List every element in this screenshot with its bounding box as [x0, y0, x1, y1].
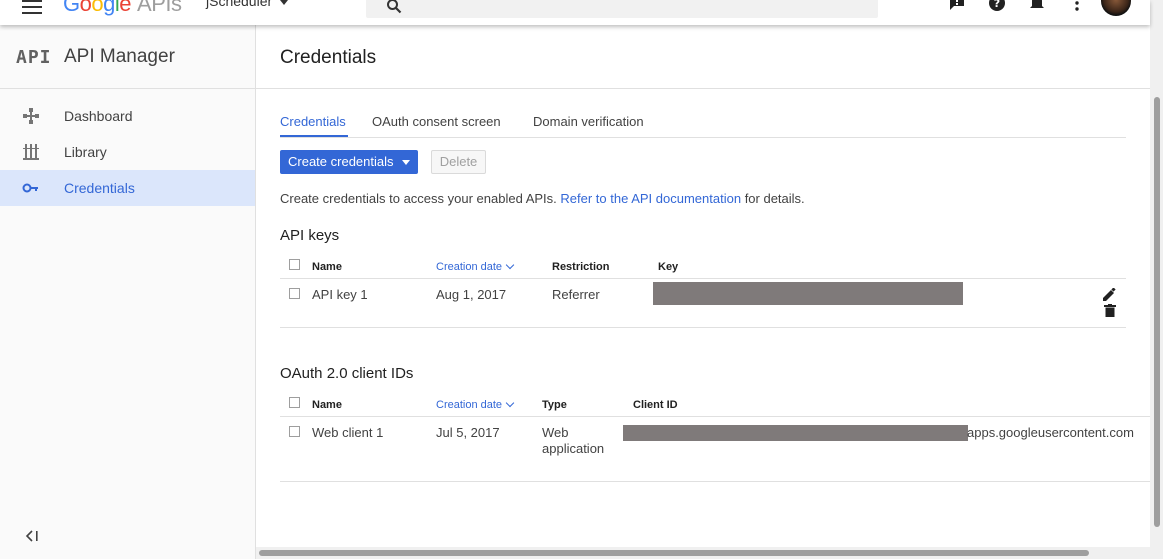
column-header-name[interactable]: Name	[312, 261, 342, 273]
credentials-body: Create credentials to access your enable…	[280, 89, 1150, 547]
sort-label: Creation date	[436, 399, 503, 411]
logo-letter: o	[79, 0, 92, 16]
redacted-key	[653, 282, 963, 305]
api-logo: API	[16, 47, 52, 68]
svg-text:?: ?	[994, 0, 1000, 10]
logo-letter: G	[63, 0, 80, 16]
sidebar-item-library[interactable]: Library	[0, 134, 255, 170]
creation-date: Aug 1, 2017	[436, 287, 507, 302]
column-header-client-id[interactable]: Client ID	[633, 399, 678, 411]
sidebar-title: API Manager	[64, 46, 175, 67]
project-name: jScheduler	[206, 0, 273, 9]
sort-descending-icon	[505, 398, 515, 408]
column-header-name[interactable]: Name	[312, 399, 342, 411]
row-checkbox[interactable]	[289, 288, 300, 299]
delete-icon[interactable]	[1104, 304, 1116, 317]
sidebar-nav: Dashboard Library Credentials	[0, 98, 255, 206]
client-type: Web application	[542, 425, 604, 457]
oauth-client-name-link[interactable]: Web client 1	[312, 425, 383, 440]
horizontal-scrollbar[interactable]	[256, 547, 1150, 559]
help-icon[interactable]: ?	[988, 0, 1006, 12]
restriction: Referrer	[552, 287, 600, 302]
top-bar: Google APIs jScheduler ?	[0, 0, 1150, 25]
sort-descending-icon	[505, 260, 515, 270]
sidebar-item-dashboard[interactable]: Dashboard	[0, 98, 255, 134]
api-keys-title: API keys	[280, 227, 340, 244]
scrollbar-thumb[interactable]	[1154, 97, 1160, 527]
select-all-api-keys-checkbox[interactable]	[289, 259, 300, 270]
column-header-key[interactable]: Key	[658, 261, 678, 273]
main-content: Credentials Credentials OAuth consent sc…	[256, 25, 1150, 547]
sidebar-item-credentials[interactable]: Credentials	[0, 170, 255, 206]
page-title: Credentials	[280, 47, 377, 68]
sidebar-item-label: Credentials	[64, 180, 135, 196]
notifications-icon[interactable]	[1028, 0, 1046, 12]
logo-letter: g	[103, 0, 115, 16]
library-icon	[23, 144, 39, 160]
oauth-client-ids-title: OAuth 2.0 client IDs	[280, 365, 414, 382]
sidebar-item-label: Dashboard	[64, 108, 133, 124]
page-header: Credentials	[256, 25, 1150, 89]
redacted-client-id	[623, 425, 968, 441]
info-text-suffix: for details.	[744, 191, 805, 206]
sort-label: Creation date	[436, 261, 503, 273]
client-type-line: Web	[542, 425, 569, 440]
column-header-restriction[interactable]: Restriction	[552, 261, 609, 273]
edit-icon[interactable]	[1102, 288, 1116, 302]
google-apis-logo[interactable]: Google APIs	[63, 0, 182, 17]
client-id-suffix: apps.googleusercontent.com	[967, 425, 1134, 440]
sidebar-header: API API Manager	[0, 25, 255, 89]
row-checkbox[interactable]	[289, 426, 300, 437]
dropdown-caret-icon	[280, 0, 289, 5]
key-icon	[22, 183, 38, 193]
sidebar-item-label: Library	[64, 144, 107, 160]
divider	[280, 481, 1150, 482]
sidebar: API API Manager Dashboard Library Creden…	[0, 25, 256, 559]
select-all-oauth-checkbox[interactable]	[289, 397, 300, 408]
more-options-icon[interactable]	[1068, 0, 1086, 12]
scrollbar-thumb[interactable]	[259, 550, 1089, 556]
project-selector[interactable]: jScheduler	[206, 0, 289, 9]
dashboard-icon	[23, 108, 39, 124]
column-header-creation-date[interactable]: Creation date	[436, 398, 515, 411]
divider	[280, 278, 1126, 279]
logo-letter: o	[91, 0, 104, 16]
logo-letter: e	[119, 0, 132, 16]
avatar[interactable]	[1101, 0, 1131, 16]
logo-suffix: APIs	[137, 0, 182, 16]
vertical-scrollbar[interactable]	[1150, 0, 1163, 559]
api-documentation-link[interactable]: Refer to the API documentation	[560, 191, 741, 206]
feedback-icon[interactable]	[948, 0, 966, 12]
info-text-main: Create credentials to access your enable…	[280, 191, 557, 206]
search-input[interactable]	[366, 0, 878, 18]
client-type-line: application	[542, 441, 605, 456]
divider	[280, 327, 1126, 328]
column-header-creation-date[interactable]: Creation date	[436, 260, 515, 273]
column-header-type[interactable]: Type	[542, 399, 567, 411]
search-icon	[387, 0, 402, 14]
collapse-sidebar-icon[interactable]	[24, 529, 40, 543]
creation-date: Jul 5, 2017	[436, 425, 500, 440]
info-text: Create credentials to access your enable…	[280, 191, 805, 206]
menu-icon[interactable]	[22, 0, 42, 14]
api-key-name-link[interactable]: API key 1	[312, 287, 368, 302]
divider	[280, 416, 1150, 417]
